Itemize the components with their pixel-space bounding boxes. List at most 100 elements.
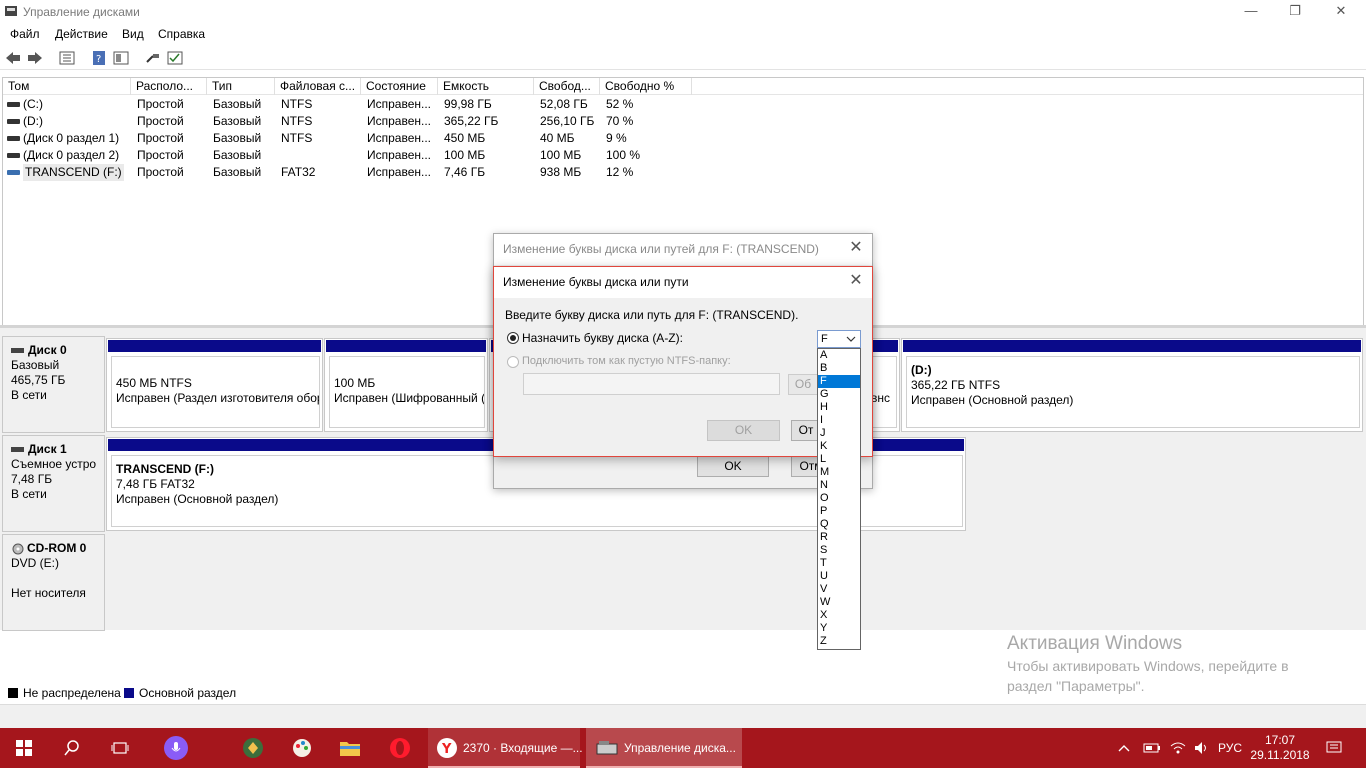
table-row[interactable]: (Диск 0 раздел 2) Простой Базовый Исправ… [3,147,1363,164]
drive-letter-option[interactable]: P [818,505,860,518]
help-icon[interactable]: ? [90,49,108,67]
table-row[interactable]: (C:) Простой Базовый NTFS Исправен... 99… [3,96,1363,113]
drive-letter-option[interactable]: I [818,414,860,427]
close-icon[interactable]: ✕ [848,240,864,256]
wifi-icon[interactable] [1170,728,1186,768]
disk-management-icon [5,6,17,16]
forward-icon[interactable] [26,49,44,67]
console-icon[interactable] [112,49,130,67]
drive-letter-option[interactable]: J [818,427,860,440]
volume-icon[interactable] [1194,728,1210,768]
drive-letter-option[interactable]: Y [818,622,860,635]
task-view-icon[interactable] [96,728,144,768]
drive-letter-option[interactable]: N [818,479,860,492]
back-icon[interactable] [4,49,22,67]
notifications-icon[interactable] [1326,728,1342,768]
cell-free-percent: 12 % [606,165,634,179]
disk0-label[interactable]: Диск 0 Базовый 465,75 ГБ В сети [2,336,105,433]
table-row[interactable]: (D:) Простой Базовый NTFS Исправен... 36… [3,113,1363,130]
taskbar-item-label: 2370 · Входящие —... [463,741,583,755]
menu-action[interactable]: Действие [55,27,108,41]
col-layout[interactable]: Располо... [131,78,207,95]
col-type[interactable]: Тип [207,78,275,95]
menu-file[interactable]: Файл [10,27,40,41]
close-button[interactable]: ✕ [1318,0,1364,24]
show-hidden-icons-icon[interactable] [1118,728,1130,768]
drive-letter-option[interactable]: X [818,609,860,622]
cell-free: 256,10 ГБ [540,114,595,128]
drive-letter-option[interactable]: T [818,557,860,570]
drive-letter-option[interactable]: Q [818,518,860,531]
cell-type: Базовый [213,97,262,111]
drive-letter-option[interactable]: Z [818,635,860,648]
drive-letter-select[interactable]: F [817,330,861,348]
disk1-label[interactable]: Диск 1 Съемное устро 7,48 ГБ В сети [2,435,105,532]
cell-volume: (Диск 0 раздел 1) [23,131,120,145]
dialog-title: Изменение буквы диска или путей для F: (… [494,234,872,265]
partition-disk0-1[interactable]: 450 МБ NTFS Исправен (Раздел изготовител… [106,338,323,432]
partition-disk0-d[interactable]: (D:) 365,22 ГБ NTFS Исправен (Основной р… [901,338,1363,432]
cell-status: Исправен... [367,165,432,179]
file-explorer-icon[interactable] [326,728,374,768]
folder-path-input[interactable] [523,373,780,395]
search-icon[interactable] [48,728,96,768]
settings-icon[interactable] [166,49,184,67]
partition-disk0-2[interactable]: 100 МБ Исправен (Шифрованный ( [324,338,488,432]
close-icon[interactable]: ✕ [848,273,864,289]
cell-free-percent: 100 % [606,148,641,162]
mount-folder-label: Подключить том как пустую NTFS-папку: [522,355,731,367]
col-volume[interactable]: Том [3,78,131,95]
table-row[interactable]: TRANSCEND (F:) Простой Базовый FAT32 Исп… [3,164,1363,181]
drive-letter-option[interactable]: F [818,375,860,388]
browse-button[interactable]: Об [788,374,818,395]
taskbar-item-mail[interactable]: Y 2370 · Входящие —... [428,728,583,768]
status-bar [0,704,1366,728]
battery-icon[interactable] [1143,728,1161,768]
assign-letter-radio[interactable] [507,332,519,344]
drive-letter-option[interactable]: A [818,349,860,362]
drive-letter-option[interactable]: G [818,388,860,401]
drive-letter-option[interactable]: R [818,531,860,544]
drive-letter-option[interactable]: M [818,466,860,479]
col-free-percent[interactable]: Свободно % [600,78,692,95]
voice-assistant-icon[interactable] [152,728,200,768]
cdrom-label[interactable]: CD-ROM 0 DVD (E:) Нет носителя [2,534,105,631]
ok-button[interactable]: OK [707,420,780,441]
paint-icon[interactable] [278,728,326,768]
start-icon[interactable] [0,728,48,768]
table-row[interactable]: (Диск 0 раздел 1) Простой Базовый NTFS И… [3,130,1363,147]
restore-button[interactable]: ❐ [1272,0,1318,24]
cell-free: 100 МБ [540,148,582,162]
drive-letter-option[interactable]: S [818,544,860,557]
drive-letter-option[interactable]: K [818,440,860,453]
connect-icon[interactable] [144,49,162,67]
drive-letter-option[interactable]: L [818,453,860,466]
properties-icon[interactable] [58,49,76,67]
mount-folder-radio[interactable] [507,356,519,368]
drive-letter-option[interactable]: H [818,401,860,414]
col-free[interactable]: Свобод... [534,78,600,95]
drive-letter-option[interactable]: U [818,570,860,583]
drive-letter-option[interactable]: W [818,596,860,609]
ok-button[interactable]: OK [697,456,769,477]
col-status[interactable]: Состояние [361,78,438,95]
app-pinned-icon[interactable] [229,728,277,768]
taskbar-item-disk-management[interactable]: Управление диска... [586,728,742,768]
drive-letter-option[interactable]: O [818,492,860,505]
opera-icon[interactable] [376,728,424,768]
cdrom-icon [12,543,24,555]
cell-free: 938 МБ [540,165,582,179]
col-filesystem[interactable]: Файловая с... [275,78,361,95]
drive-letter-option[interactable]: B [818,362,860,375]
svg-text:?: ? [96,54,101,65]
col-capacity[interactable]: Емкость [438,78,534,95]
menu-view[interactable]: Вид [122,27,144,41]
language-indicator[interactable]: РУС [1218,728,1242,768]
menu-help[interactable]: Справка [158,27,205,41]
cell-status: Исправен... [367,114,432,128]
cell-filesystem: NTFS [281,131,313,145]
legend-primary-label: Основной раздел [139,686,237,700]
clock[interactable]: 17:07 29.11.2018 [1250,728,1309,768]
minimize-button[interactable]: — [1228,0,1274,24]
drive-letter-option[interactable]: V [818,583,860,596]
